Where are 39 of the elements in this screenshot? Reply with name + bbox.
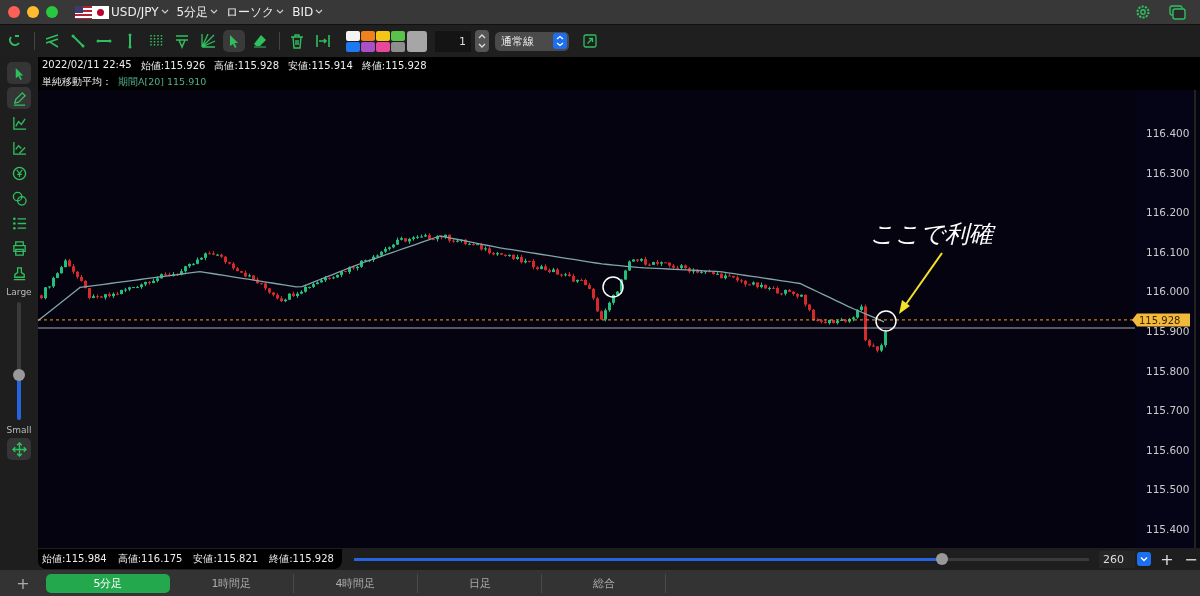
timeframe-tab[interactable]: 総合: [542, 573, 666, 593]
ohlc-value: 安値:115.914: [288, 58, 353, 73]
price-axis-label: 116.200: [1146, 206, 1190, 219]
add-tab-button[interactable]: +: [0, 573, 46, 593]
timeframe-tab[interactable]: 日足: [418, 573, 542, 593]
price-axis-label: 116.100: [1146, 245, 1190, 258]
ohlc-stat: 終値:115.928: [269, 552, 334, 566]
zoom-in-button[interactable]: +: [1158, 549, 1175, 569]
ohlc-stat: 安値:115.821: [193, 552, 259, 566]
price-side-dropdown[interactable]: BID: [292, 5, 324, 19]
ohlc-stat: 高値:116.175: [117, 552, 183, 566]
size-large-label: Large: [6, 287, 32, 297]
timeframe-dropdown[interactable]: 5分足: [176, 3, 219, 21]
ohlc-value: 始値:115.926: [140, 58, 206, 73]
price-axis-label: 115.900: [1146, 325, 1190, 337]
price-axis-label: 115.600: [1146, 443, 1190, 456]
timeframe-tab[interactable]: 4時間足: [294, 573, 418, 593]
line-style-dropdown[interactable]: 通常線: [495, 31, 569, 51]
ma-label: 単純移動平均：: [42, 75, 112, 89]
chart-type-dropdown[interactable]: ローソク: [226, 3, 285, 21]
ohlc-value: 終値:115.928: [361, 58, 427, 73]
datetime-text: 2022/02/11 22:45: [42, 58, 132, 72]
ohlc-value: 高値:115.928: [214, 58, 280, 73]
ma-value: 期間A[20] 115.910: [118, 75, 207, 89]
price-axis-label: 116.300: [1146, 166, 1190, 179]
timeframe-tab[interactable]: 1時間足: [170, 573, 294, 593]
current-price-tag: 115.928: [1132, 313, 1190, 327]
bar-count-field[interactable]: 260: [1098, 550, 1135, 568]
zoom-out-button[interactable]: −: [1182, 549, 1199, 569]
price-axis-label: 115.400: [1146, 523, 1190, 535]
line-width-field[interactable]: 1: [435, 30, 471, 52]
price-axis-label: 115.700: [1146, 404, 1190, 417]
price-axis-label: 116.000: [1146, 285, 1190, 298]
symbol-dropdown[interactable]: USD/JPY: [111, 5, 169, 19]
size-small-label: Small: [6, 425, 32, 435]
price-axis-label: 116.400: [1146, 127, 1190, 139]
ohlc-stat: 始値:115.984: [42, 552, 107, 566]
price-axis-label: 115.500: [1146, 483, 1190, 496]
price-axis-label: 115.800: [1146, 364, 1190, 377]
